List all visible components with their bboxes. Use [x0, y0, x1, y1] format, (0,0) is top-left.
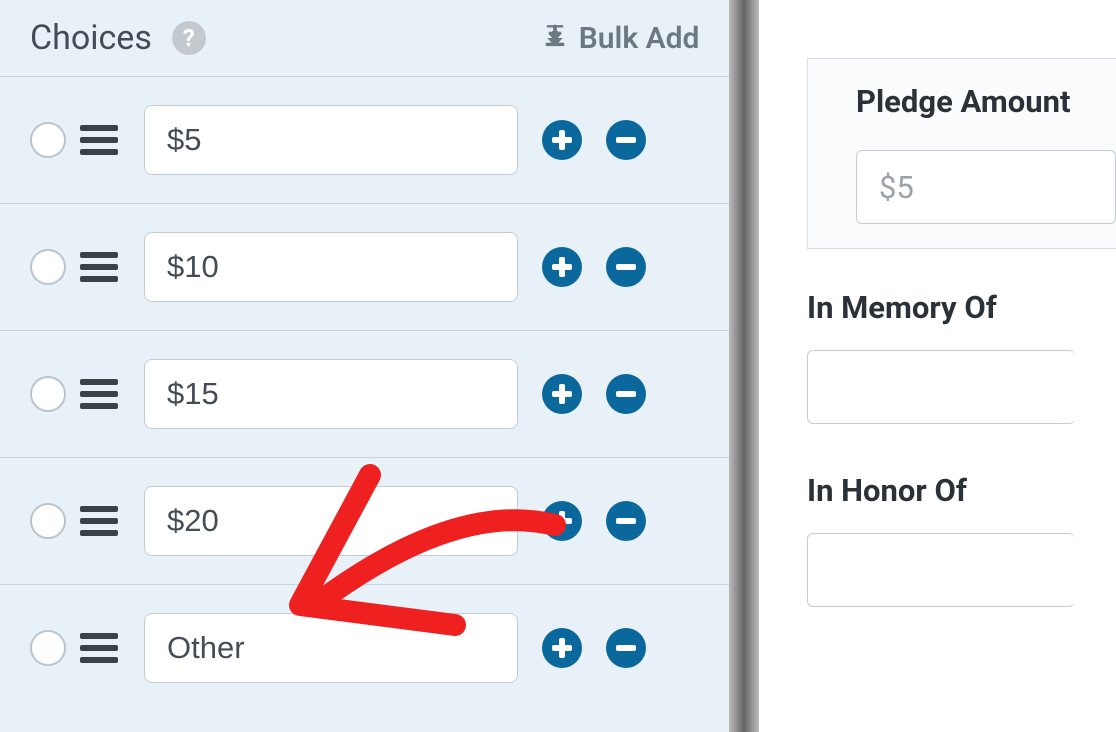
panel-divider — [729, 0, 759, 732]
in-memory-of-label: In Memory Of — [807, 289, 1116, 326]
default-radio[interactable] — [30, 122, 66, 158]
choice-row — [0, 203, 729, 330]
choice-row — [0, 330, 729, 457]
choice-input[interactable] — [144, 232, 518, 302]
choices-title: Choices — [30, 18, 152, 58]
drag-handle-icon[interactable] — [80, 119, 118, 161]
remove-choice-button[interactable] — [606, 120, 646, 160]
drag-handle-icon[interactable] — [80, 627, 118, 669]
pledge-amount-select[interactable]: $5 — [856, 150, 1116, 224]
in-honor-of-label: In Honor Of — [807, 472, 1116, 509]
drag-handle-icon[interactable] — [80, 373, 118, 415]
bulk-add-label: Bulk Add — [579, 21, 700, 56]
default-radio[interactable] — [30, 376, 66, 412]
remove-choice-button[interactable] — [606, 374, 646, 414]
remove-choice-button[interactable] — [606, 501, 646, 541]
default-radio[interactable] — [30, 630, 66, 666]
add-choice-button[interactable] — [542, 374, 582, 414]
pledge-amount-card: Pledge Amount $5 — [807, 58, 1116, 249]
add-choice-button[interactable] — [542, 247, 582, 287]
form-preview-panel: Pledge Amount $5 In Memory Of In Honor O… — [759, 0, 1116, 732]
drag-handle-icon[interactable] — [80, 246, 118, 288]
choice-input[interactable] — [144, 105, 518, 175]
choice-row — [0, 76, 729, 203]
pledge-amount-label: Pledge Amount — [838, 83, 1116, 120]
choice-row — [0, 457, 729, 584]
choices-editor-panel: Choices ? Bulk Add — [0, 0, 729, 732]
remove-choice-button[interactable] — [606, 628, 646, 668]
choice-input[interactable] — [144, 613, 518, 683]
drag-handle-icon[interactable] — [80, 500, 118, 542]
choices-header: Choices ? Bulk Add — [0, 0, 729, 76]
add-choice-button[interactable] — [542, 120, 582, 160]
in-memory-of-input[interactable] — [807, 350, 1075, 424]
choice-input[interactable] — [144, 486, 518, 556]
remove-choice-button[interactable] — [606, 247, 646, 287]
help-icon[interactable]: ? — [172, 21, 206, 55]
default-radio[interactable] — [30, 249, 66, 285]
bulk-add-button[interactable]: Bulk Add — [541, 21, 700, 56]
choice-input[interactable] — [144, 359, 518, 429]
add-choice-button[interactable] — [542, 501, 582, 541]
download-icon — [541, 24, 569, 52]
add-choice-button[interactable] — [542, 628, 582, 668]
choice-row — [0, 584, 729, 711]
default-radio[interactable] — [30, 503, 66, 539]
in-honor-of-input[interactable] — [807, 533, 1075, 607]
